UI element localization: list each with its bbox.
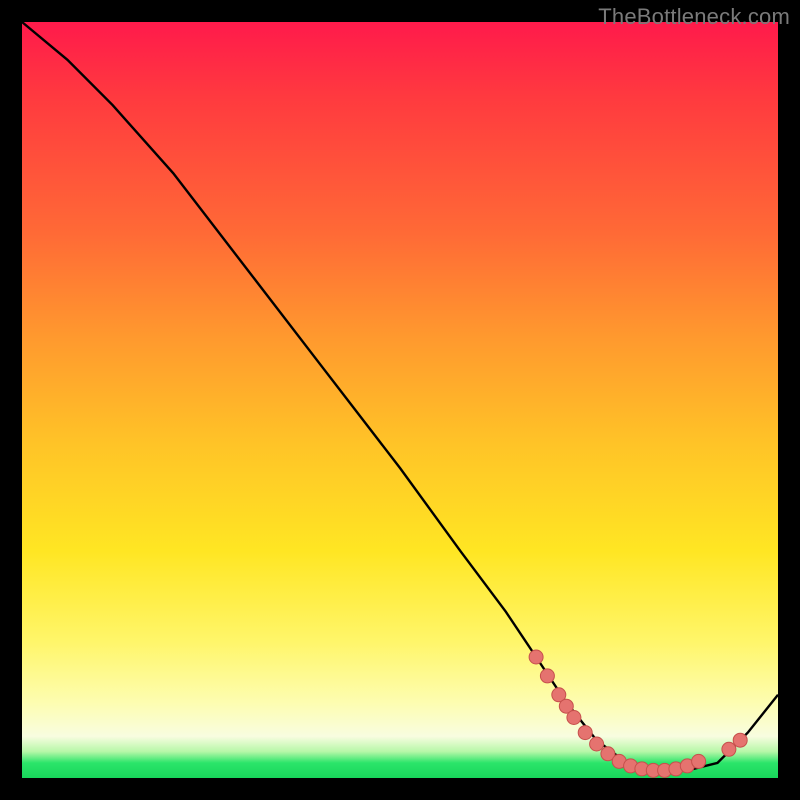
curve-marker <box>540 669 554 683</box>
curve-marker <box>590 737 604 751</box>
marker-layer <box>529 650 747 777</box>
curve-marker <box>567 711 581 725</box>
chart-frame: TheBottleneck.com <box>0 0 800 800</box>
curve-marker <box>692 754 706 768</box>
curve-line <box>22 22 778 770</box>
curve-marker <box>722 742 736 756</box>
curve-marker <box>733 733 747 747</box>
chart-plot-area <box>22 22 778 778</box>
watermark-text: TheBottleneck.com <box>598 4 790 30</box>
chart-svg <box>22 22 778 778</box>
curve-marker <box>578 726 592 740</box>
curve-marker <box>529 650 543 664</box>
